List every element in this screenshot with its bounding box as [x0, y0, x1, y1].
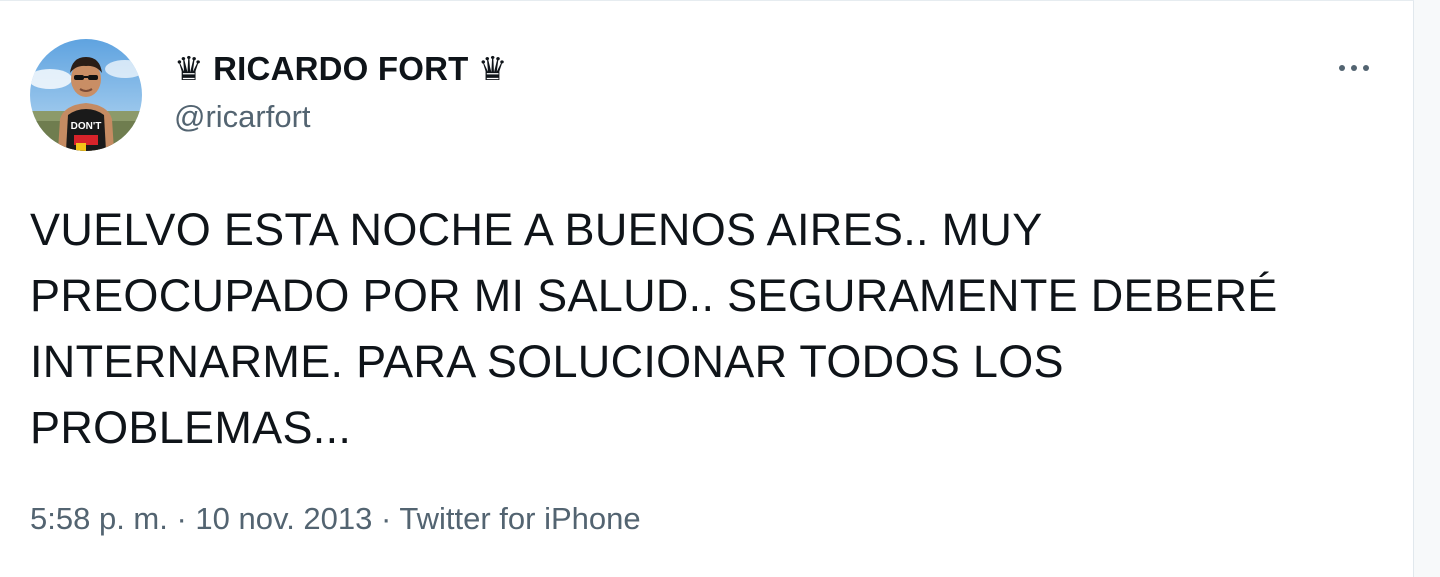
meta-separator: ·	[372, 501, 400, 536]
display-name[interactable]: ♛ RICARDO FORT ♛	[174, 49, 508, 88]
user-handle[interactable]: @ricarfort	[174, 99, 311, 135]
page-background-strip	[1414, 0, 1440, 577]
avatar-image: DON'T	[30, 39, 142, 151]
tweet-metadata: 5:58 p. m. · 10 nov. 2013 · Twitter for …	[30, 501, 641, 537]
tweet-text: VUELVO ESTA NOCHE A BUENOS AIRES.. MUY P…	[30, 204, 1278, 453]
avatar[interactable]: DON'T	[30, 39, 142, 151]
more-horizontal-icon	[1339, 65, 1369, 71]
tweet-time[interactable]: 5:58 p. m.	[30, 501, 168, 536]
tweet-card: DON'T ♛ RICARDO FORT ♛ @ricarfort VUELVO…	[0, 0, 1414, 577]
tweet-date[interactable]: 10 nov. 2013	[195, 501, 372, 536]
avatar-shirt-text: DON'T	[71, 121, 102, 132]
tweet-source: Twitter for iPhone	[399, 501, 641, 536]
more-options-button[interactable]	[1332, 53, 1376, 83]
meta-separator: ·	[167, 501, 196, 536]
